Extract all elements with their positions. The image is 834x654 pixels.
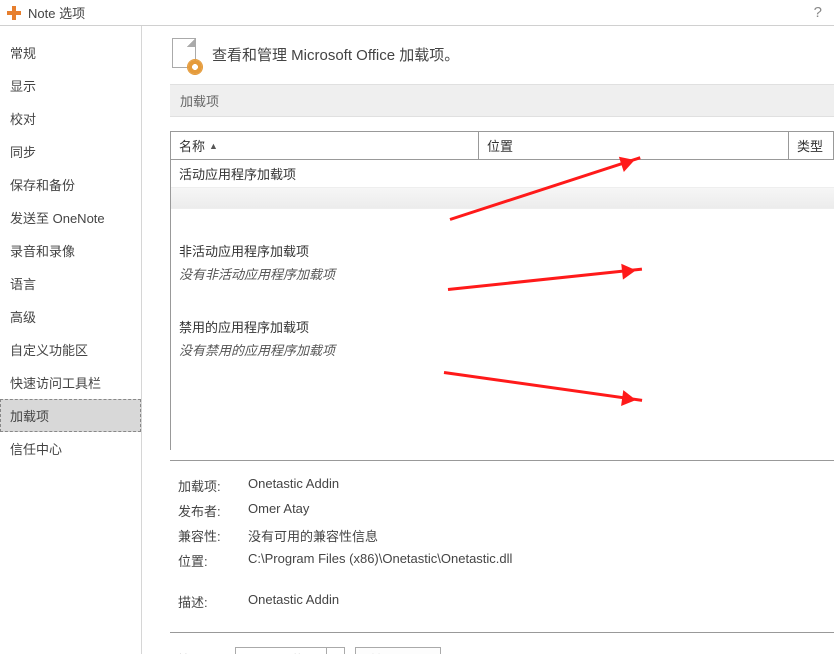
- group-heading-active: 活动应用程序加载项: [171, 160, 834, 185]
- window-title: Note 选项: [28, 3, 808, 22]
- detail-row: 加载项:Onetastic Addin: [178, 473, 834, 498]
- manage-label: 管理(A):: [178, 650, 225, 654]
- detail-row: 描述:Onetastic Addin: [178, 589, 834, 614]
- sidebar-item[interactable]: 加载项: [0, 399, 141, 432]
- detail-value: Onetastic Addin: [248, 476, 339, 495]
- detail-value: C:\Program Files (x86)\Onetastic\Onetast…: [248, 551, 512, 570]
- manage-type-value: COM 加载项: [236, 650, 326, 654]
- group-heading-disabled: 禁用的应用程序加载项: [171, 313, 834, 338]
- titlebar: Note 选项 ?: [0, 0, 834, 26]
- detail-value: Omer Atay: [248, 501, 309, 520]
- sidebar-item[interactable]: 高级: [0, 300, 141, 333]
- sidebar-item[interactable]: 快速访问工具栏: [0, 366, 141, 399]
- body: 常规显示校对同步保存和备份发送至 OneNote录音和录像语言高级自定义功能区快…: [0, 26, 834, 654]
- go-button[interactable]: 转到(G)...: [355, 647, 441, 654]
- sidebar-item[interactable]: 语言: [0, 267, 141, 300]
- manage-row: 管理(A): COM 加载项 ▼ 转到(G)...: [170, 632, 834, 654]
- detail-row: 位置:C:\Program Files (x86)\Onetastic\Onet…: [178, 548, 834, 573]
- page-title: 查看和管理 Microsoft Office 加载项。: [212, 44, 459, 65]
- sidebar-item[interactable]: 同步: [0, 135, 141, 168]
- addins-table: 名称 ▲ 位置 类型 活动应用程序加载项 非活动应用程序加载项 没有非活动应用程…: [170, 131, 834, 450]
- sidebar-item[interactable]: 信任中心: [0, 432, 141, 465]
- detail-value: 没有可用的兼容性信息: [248, 526, 378, 545]
- group-empty-disabled: 没有禁用的应用程序加载项: [171, 338, 834, 361]
- group-heading-inactive: 非活动应用程序加载项: [171, 237, 834, 262]
- page-header: 查看和管理 Microsoft Office 加载项。: [170, 38, 834, 70]
- help-button[interactable]: ?: [808, 4, 828, 21]
- detail-row: 发布者:Omer Atay: [178, 498, 834, 523]
- sidebar-item[interactable]: 保存和备份: [0, 168, 141, 201]
- detail-value: Onetastic Addin: [248, 592, 339, 611]
- sidebar-item[interactable]: 校对: [0, 102, 141, 135]
- detail-key: 发布者:: [178, 501, 248, 520]
- active-addin-row[interactable]: [171, 187, 834, 209]
- detail-key: 描述:: [178, 592, 248, 611]
- column-header-name-label: 名称: [179, 136, 205, 155]
- sidebar-item[interactable]: 发送至 OneNote: [0, 201, 141, 234]
- detail-key: 位置:: [178, 551, 248, 570]
- detail-row: 兼容性:没有可用的兼容性信息: [178, 523, 834, 548]
- sidebar-item[interactable]: 常规: [0, 36, 141, 69]
- main-panel: 查看和管理 Microsoft Office 加载项。 加载项 名称 ▲ 位置 …: [142, 26, 834, 654]
- column-header-name[interactable]: 名称 ▲: [171, 132, 479, 160]
- chevron-down-icon[interactable]: ▼: [326, 648, 344, 654]
- manage-type-select[interactable]: COM 加载项 ▼: [235, 647, 345, 654]
- app-plus-icon: [6, 5, 22, 21]
- section-heading-addins: 加载项: [170, 84, 834, 117]
- sidebar: 常规显示校对同步保存和备份发送至 OneNote录音和录像语言高级自定义功能区快…: [0, 26, 142, 654]
- detail-key: 加载项:: [178, 476, 248, 495]
- table-header-row: 名称 ▲ 位置 类型: [170, 132, 834, 160]
- sidebar-item[interactable]: 显示: [0, 69, 141, 102]
- addin-details: 加载项:Onetastic Addin发布者:Omer Atay兼容性:没有可用…: [170, 460, 834, 614]
- detail-key: 兼容性:: [178, 526, 248, 545]
- sidebar-item[interactable]: 录音和录像: [0, 234, 141, 267]
- column-header-type[interactable]: 类型: [789, 132, 834, 160]
- addins-doc-gear-icon: [170, 38, 198, 70]
- sort-asc-icon: ▲: [209, 141, 218, 151]
- sidebar-item[interactable]: 自定义功能区: [0, 333, 141, 366]
